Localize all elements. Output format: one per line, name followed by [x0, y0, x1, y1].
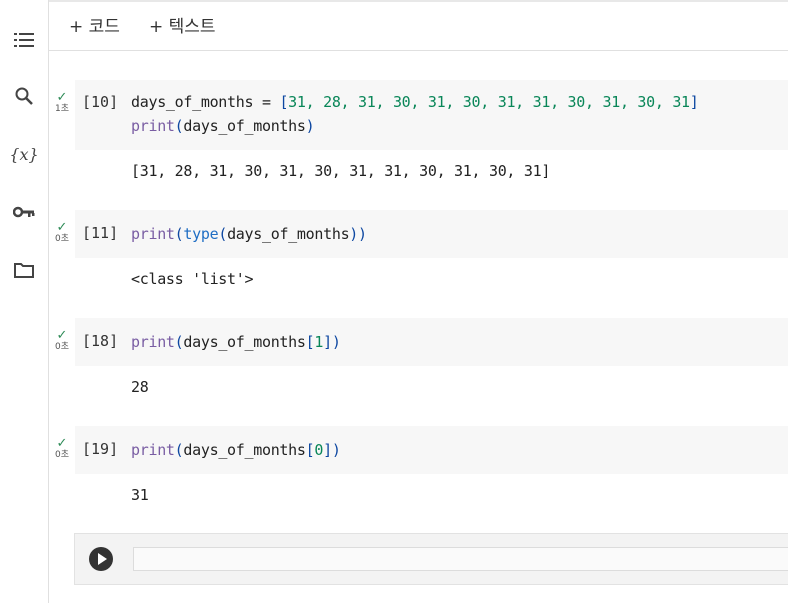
execution-count: [11] — [82, 224, 119, 242]
cell-duration: 0초 — [54, 450, 69, 460]
toc-icon[interactable] — [12, 28, 36, 52]
code-token: )) — [349, 225, 367, 243]
execution-count: [18] — [82, 332, 119, 350]
code-token: print — [131, 225, 175, 243]
execution-count: [10] — [82, 93, 119, 111]
code-token: 0 — [314, 441, 324, 459]
code-token: 1 — [314, 333, 324, 351]
cell-duration: 0초 — [54, 342, 69, 352]
cell-status: ✓ 0초 — [51, 220, 73, 244]
variables-icon[interactable]: {x} — [9, 142, 38, 166]
code-line: print(days_of_months) — [131, 114, 315, 138]
folder-icon[interactable] — [12, 258, 36, 282]
check-icon: ✓ — [56, 220, 68, 235]
add-text-button[interactable]: + 텍스트 — [149, 12, 216, 37]
code-token: = — [253, 93, 280, 111]
key-icon[interactable] — [12, 200, 36, 224]
code-line: print(days_of_months[1]) — [131, 330, 341, 354]
code-token: days_of_months — [183, 333, 306, 351]
code-token: print — [131, 333, 175, 351]
check-icon: ✓ — [56, 328, 68, 343]
cell-output: <class 'list'> — [131, 270, 254, 288]
empty-code-input[interactable] — [133, 547, 788, 571]
code-line: days_of_months = [31, 28, 31, 30, 31, 30… — [131, 90, 699, 114]
code-editor[interactable]: print(days_of_months[1]) — [75, 318, 788, 366]
code-token: ) — [305, 117, 315, 135]
code-cell[interactable]: ✓ 0초 print(days_of_months[0]) [19] 31 — [49, 426, 788, 526]
add-code-button[interactable]: + 코드 — [69, 12, 120, 37]
left-sidebar: {x} — [0, 0, 49, 603]
cell-output: 31 — [131, 486, 149, 504]
code-token: ( — [218, 225, 228, 243]
notebook-toolbar: + 코드 + 텍스트 — [49, 0, 788, 51]
code-token: ] — [689, 93, 699, 111]
code-token: days_of_months — [183, 117, 306, 135]
code-token: print — [131, 117, 175, 135]
empty-code-cell[interactable] — [74, 533, 788, 585]
code-token: 31, 28, 31, 30, 31, 30, 31, 31, 30, 31, … — [288, 93, 690, 111]
code-token: ]) — [323, 441, 341, 459]
code-editor[interactable]: days_of_months = [31, 28, 31, 30, 31, 30… — [75, 80, 788, 150]
search-icon[interactable] — [12, 84, 36, 108]
cell-duration: 1초 — [54, 104, 69, 114]
cell-duration: 0초 — [54, 234, 69, 244]
code-token: days_of_months — [183, 441, 306, 459]
cell-output: [31, 28, 31, 30, 31, 30, 31, 31, 30, 31,… — [131, 162, 551, 180]
code-token: ]) — [323, 333, 341, 351]
cell-output: 28 — [131, 378, 149, 396]
code-line: print(days_of_months[0]) — [131, 438, 341, 462]
check-icon: ✓ — [56, 436, 68, 451]
code-editor[interactable]: print(days_of_months[0]) — [75, 426, 788, 474]
code-cell[interactable]: ✓ 0초 print(type(days_of_months)) [11] <c… — [49, 210, 788, 310]
cell-status: ✓ 0초 — [51, 436, 73, 460]
code-editor[interactable]: print(type(days_of_months)) — [75, 210, 788, 258]
code-token: print — [131, 441, 175, 459]
code-cell[interactable]: ✓ 0초 print(days_of_months[1]) [18] 28 — [49, 318, 788, 418]
execution-count: [19] — [82, 440, 119, 458]
code-token: days_of_months — [131, 93, 254, 111]
code-token: type — [183, 225, 219, 243]
run-cell-button[interactable] — [89, 547, 113, 571]
code-line: print(type(days_of_months)) — [131, 222, 367, 246]
code-token: [ — [279, 93, 289, 111]
cell-status: ✓ 0초 — [51, 328, 73, 352]
code-cell[interactable]: ✓ 1초 days_of_months = [31, 28, 31, 30, 3… — [49, 80, 788, 190]
cell-status: ✓ 1초 — [51, 90, 73, 114]
check-icon: ✓ — [56, 90, 68, 105]
code-token: days_of_months — [227, 225, 350, 243]
